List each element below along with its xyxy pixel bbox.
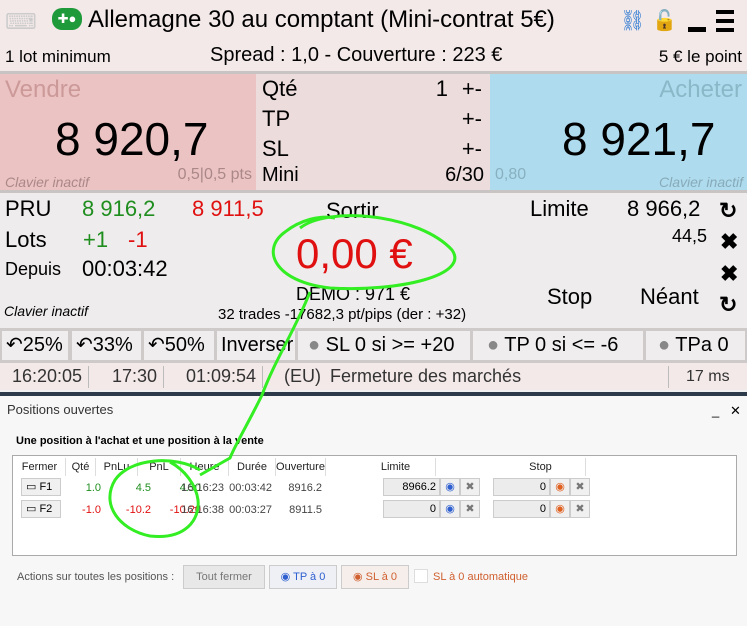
hand-drawn-annotation	[108, 214, 457, 538]
